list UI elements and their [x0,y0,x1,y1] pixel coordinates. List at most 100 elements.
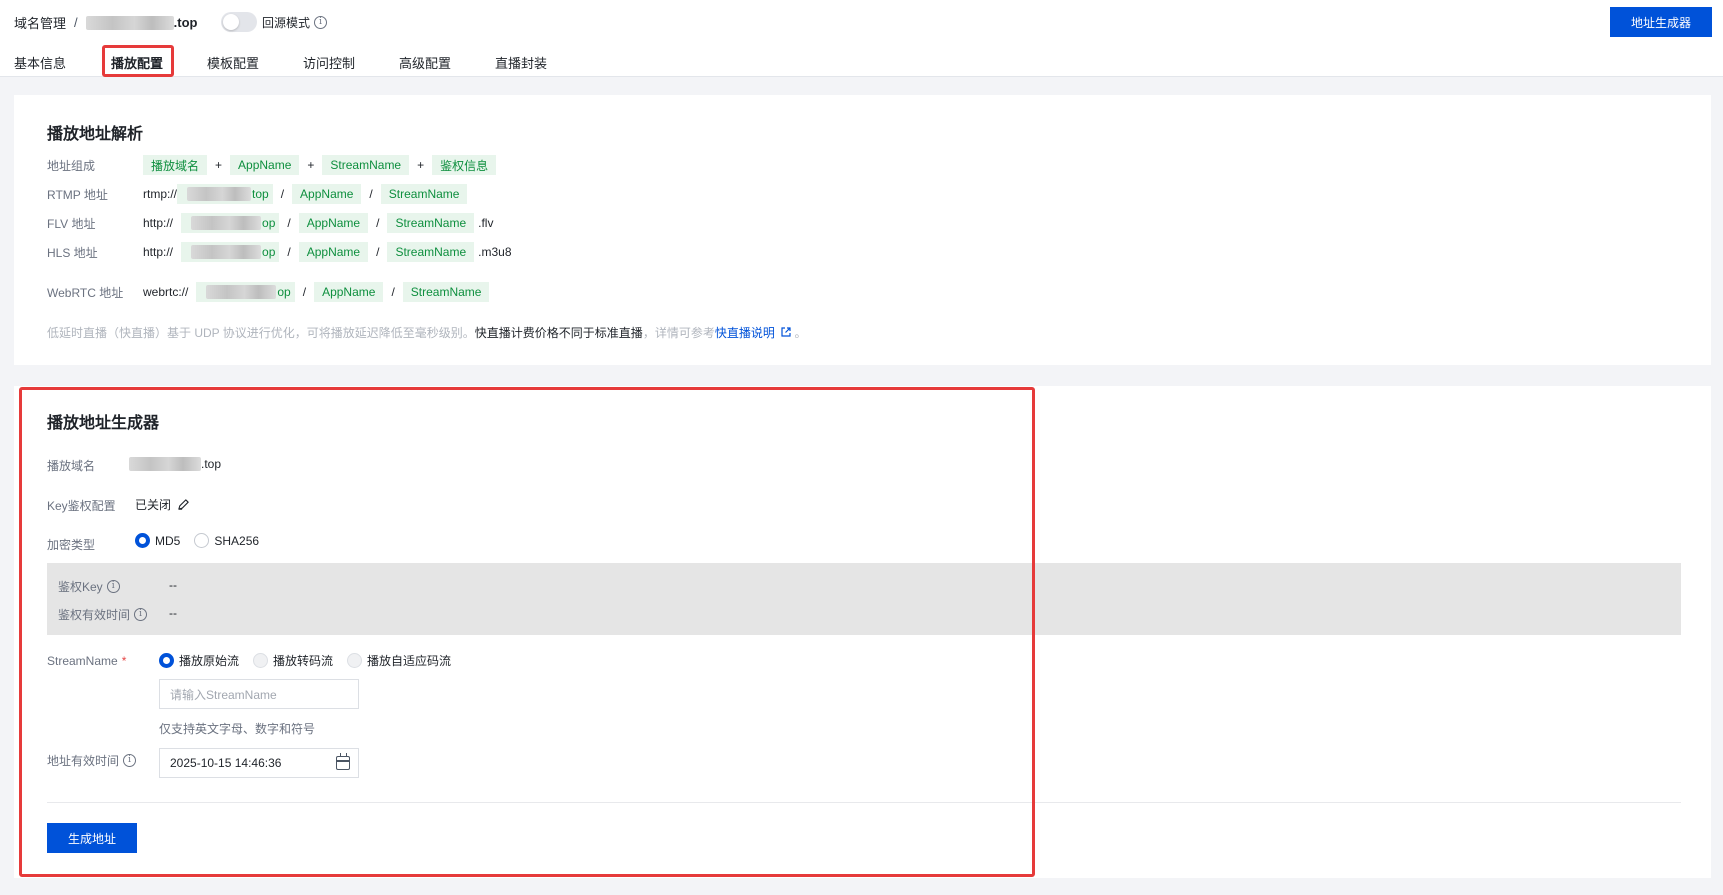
tab-live-packaging[interactable]: 直播封装 [495,53,547,72]
blurred-host [206,285,277,299]
blurred-domain [85,15,174,30]
tab-basic-info[interactable]: 基本信息 [14,53,66,72]
note-end: 。 [794,326,807,340]
streamname-input[interactable]: 请输入StreamName [159,679,359,709]
hls-host-tag: op [181,242,280,262]
expire-time-picker[interactable]: 2025-10-15 14:46:36 [159,748,359,778]
streamname-label: StreamName * [47,654,126,668]
webrtc-label: WebRTC 地址 [47,285,124,300]
tab-access-control[interactable]: 访问控制 [303,53,355,72]
info-icon[interactable]: i [123,754,137,767]
tag-streamname: StreamName [402,282,490,302]
stream-type-radios: 播放原始流 播放转码流 播放自适应码流 [159,652,465,669]
tag-appname: AppName [292,184,362,204]
breadcrumb-root[interactable]: 域名管理 [14,13,66,32]
radio-label: SHA256 [214,533,260,548]
slash: / [376,245,380,259]
slash: / [391,285,395,299]
tag-appname: AppName [314,282,384,302]
radio-dot [347,653,363,668]
playback-address-parse-card: 播放地址解析 地址组成 播放域名 + AppName + StreamName … [14,95,1711,365]
blurred-host [191,216,262,230]
webrtc-row: WebRTC 地址 webrtc:// op / AppName / Strea… [47,282,490,302]
required-mark: * [121,654,127,668]
section-title: 播放地址生成器 [47,415,160,432]
radio-label: 播放原始流 [179,654,240,668]
webrtc-host-tag: op [196,282,295,302]
external-link-icon[interactable] [781,327,791,337]
address-generator-button[interactable]: 地址生成器 [1610,7,1712,37]
origin-mode-label: 回源模式 i [262,14,328,31]
tag-streamname: StreamName [387,242,475,262]
top-bar: 域名管理 / .top 回源模式 i 地址生成器 基本信息 播放配置 模板配置 … [0,0,1723,77]
breadcrumb: 域名管理 / .top [14,13,197,32]
key-auth-value: 已关闭 [135,496,190,513]
play-domain-label: 播放域名 [47,459,96,473]
radio-adaptive-stream[interactable]: 播放自适应码流 [347,652,451,669]
radio-dot [253,653,269,668]
active-tab-highlight [102,45,174,77]
encrypt-type-radios: MD5 SHA256 [135,533,273,548]
hls-prefix: http:// [143,245,174,259]
radio-label: MD5 [155,533,181,548]
rtmp-prefix: rtmp:// [143,187,178,201]
divider [47,802,1681,803]
flv-row: FLV 地址 http:// op / AppName / StreamName… [47,213,493,233]
host-suffix: op [262,245,276,259]
radio-original-stream[interactable]: 播放原始流 [159,652,239,669]
info-icon[interactable]: i [314,16,328,29]
tag-auth-info: 鉴权信息 [432,155,497,175]
section-title: 播放地址解析 [47,126,144,143]
webrtc-prefix: webrtc:// [143,285,189,299]
radio-dot-selected [135,533,150,548]
calendar-icon[interactable] [336,753,350,770]
tag-appname: AppName [230,155,300,175]
radio-transcode-stream[interactable]: 播放转码流 [253,652,333,669]
edit-pencil-icon[interactable] [177,498,190,511]
expire-time-label: 地址有效时间 i [47,752,137,769]
note-text: 低延时直播（快直播）基于 UDP 协议进行优化，可将播放延迟降低至毫秒级别。 [47,326,475,340]
rtmp-label: RTMP 地址 [47,187,108,202]
flv-prefix: http:// [143,216,174,230]
encrypt-type-label: 加密类型 [47,538,96,552]
streamname-hint: 仅支持英文字母、数字和符号 [159,722,316,736]
radio-dot [194,533,210,548]
toggle-label-text: 回源模式 [262,16,311,30]
radio-sha256[interactable]: SHA256 [194,533,259,548]
tag-play-domain: 播放域名 [143,155,208,175]
tab-template-config[interactable]: 模板配置 [207,53,259,72]
note-strong: 快直播计费价格不同于标准直播 [474,326,643,340]
auth-time-label-text: 鉴权有效时间 [58,608,131,622]
generate-address-button[interactable]: 生成地址 [47,823,137,853]
hls-row: HLS 地址 http:// op / AppName / StreamName… [47,242,512,262]
auth-time-value: -- [169,606,177,620]
toggle-knob [223,14,239,30]
radio-label: 播放转码流 [273,654,334,668]
slash: / [302,285,307,299]
tag-appname: AppName [298,242,369,262]
info-icon[interactable]: i [134,608,148,621]
auth-time-label: 鉴权有效时间 i [58,606,148,623]
flv-label: FLV 地址 [47,216,96,231]
plus-sign: + [215,158,223,172]
slash: / [280,187,285,201]
tab-advanced-config[interactable]: 高级配置 [399,53,451,72]
tag-appname: AppName [298,213,369,233]
info-icon[interactable]: i [106,580,120,593]
tag-streamname: StreamName [380,184,468,204]
fast-live-note: 低延时直播（快直播）基于 UDP 协议进行优化，可将播放延迟降低至毫秒级别。快直… [47,324,807,341]
streamname-label-text: StreamName [47,654,118,668]
rtmp-host-tag: top [177,184,273,204]
origin-mode-toggle[interactable] [221,12,257,32]
slash: / [287,245,291,259]
key-auth-status: 已关闭 [135,498,172,512]
blurred-host [191,245,262,259]
plus-sign: + [307,158,315,172]
fast-live-doc-link[interactable]: 快直播说明 [715,326,775,340]
host-suffix: op [277,285,291,299]
auth-key-label: 鉴权Key i [58,578,120,595]
radio-md5[interactable]: MD5 [135,533,180,548]
blurred-domain [129,457,201,471]
key-auth-label: Key鉴权配置 [47,499,116,513]
hls-label: HLS 地址 [47,245,98,260]
